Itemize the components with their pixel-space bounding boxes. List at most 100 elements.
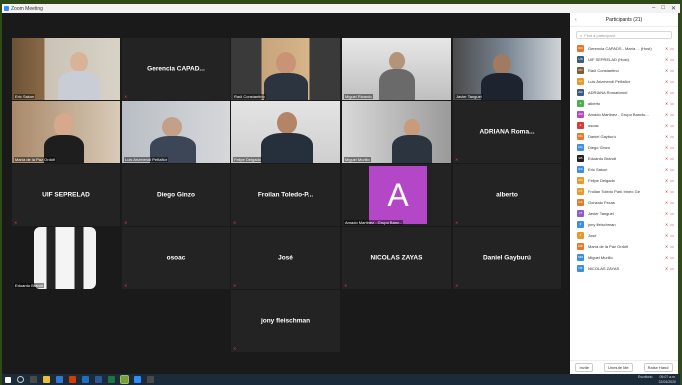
participant-row[interactable]: LA Luis Arizmendi Peñaflor ✕ ▭: [570, 76, 678, 87]
participant-row[interactable]: J José ✕ ▭: [570, 230, 678, 241]
mic-muted-icon: ✕: [14, 220, 18, 225]
participant-row[interactable]: GF Gonzalo Fecas ✕ ▭: [570, 197, 678, 208]
participant-row[interactable]: EB Eduardo Brandt ✕ ▭: [570, 153, 678, 164]
participant-name: UIF SEPRELAD (Host): [588, 57, 629, 62]
video-off-icon: ▭: [670, 244, 674, 249]
participant-tile[interactable]: Eric Sakon: [12, 38, 120, 100]
participant-name: María de la Paz Ordóñ: [588, 244, 629, 249]
edge-icon[interactable]: [56, 376, 63, 383]
participant-tile[interactable]: Felipe Delgado: [231, 101, 340, 163]
participant-row[interactable]: DG Daniel Gayburú ✕ ▭: [570, 131, 678, 142]
zoom-app-icon: [4, 6, 9, 11]
participant-tile[interactable]: osoac ✕: [122, 227, 230, 289]
participant-row[interactable]: GC Gerencia CAPADS - María ... (Host) ✕ ▭: [570, 43, 678, 54]
excel-icon[interactable]: [108, 376, 115, 383]
participant-tile[interactable]: jony fleischman ✕: [231, 290, 340, 352]
participant-tile[interactable]: Miguel Murillo: [342, 101, 451, 163]
raise-hand-button[interactable]: Raise Hand: [643, 363, 673, 372]
mic-muted-icon: ✕: [124, 94, 128, 99]
participant-tile[interactable]: Miguel Ricardo: [342, 38, 451, 100]
participant-name: ADRIANA Romaforuel: [588, 90, 628, 95]
participant-tile[interactable]: NICOLAS ZAYAS ✕: [342, 227, 451, 289]
participant-avatar: MM: [577, 254, 584, 261]
participant-name: jony fleischman: [588, 222, 616, 227]
participant-tile[interactable]: Eduardo Brandt: [12, 227, 120, 289]
tile-name: NICOLAS ZAYAS: [370, 254, 423, 262]
participant-row[interactable]: RC Raúl Constantino ✕ ▭: [570, 65, 678, 76]
participant-tile[interactable]: alberto ✕: [453, 164, 561, 226]
video-off-icon: ▭: [670, 68, 674, 73]
tile-label: Eduardo Brandt: [14, 283, 45, 288]
maximize-icon[interactable]: □: [661, 5, 665, 12]
participant-tile[interactable]: José ✕: [231, 227, 340, 289]
participant-avatar: DG: [577, 144, 584, 151]
participant-row[interactable]: jf jony fleischman ✕ ▭: [570, 219, 678, 230]
participant-row[interactable]: AM Amado Martinez - Grupo Bancto... ✕ ▭: [570, 109, 678, 120]
participant-tile[interactable]: Javier Tanguel: [453, 38, 561, 100]
app-icon[interactable]: [147, 376, 154, 383]
participant-avatar: A: [369, 166, 427, 224]
mic-muted-icon: ✕: [664, 57, 669, 62]
search-icon[interactable]: [17, 376, 24, 383]
minimize-icon[interactable]: –: [652, 5, 655, 12]
participant-search-input[interactable]: ⌕ Find a participant: [576, 31, 672, 39]
participant-name: osoac: [588, 123, 599, 128]
video-off-icon: ▭: [670, 255, 674, 260]
unmute-me-button[interactable]: Unmute Me: [603, 363, 633, 372]
active-app-icon[interactable]: [120, 375, 129, 384]
participant-row[interactable]: DG Diego Ginzo ✕ ▭: [570, 142, 678, 153]
participant-avatar: ES: [577, 166, 584, 173]
participant-avatar: GF: [577, 199, 584, 206]
participant-row[interactable]: FD Felipe Delgado ✕ ▭: [570, 175, 678, 186]
zoom-icon[interactable]: [134, 376, 141, 383]
participant-tile[interactable]: María de la Paz Ordóñ: [12, 101, 120, 163]
window-titlebar: Zoom Meeting – □ ✕: [2, 4, 680, 13]
outlook-icon[interactable]: [82, 376, 89, 383]
file-explorer-icon[interactable]: [43, 376, 50, 383]
participant-row[interactable]: MM Miguel Murillo ✕ ▭: [570, 252, 678, 263]
tile-name: José: [278, 254, 293, 262]
participant-row[interactable]: FT Froilan Toledo Park Irineo Ge ✕ ▭: [570, 186, 678, 197]
participant-tile-active-speaker[interactable]: Raúl Constantino: [231, 38, 340, 100]
participant-name: Daniel Gayburú: [588, 134, 616, 139]
participant-name: Miguel Murillo: [588, 255, 613, 260]
office-icon[interactable]: [69, 376, 76, 383]
participant-tile[interactable]: UIF SEPRELAD ✕: [12, 164, 120, 226]
participant-avatar: NZ: [577, 265, 584, 272]
video-off-icon: ▭: [670, 200, 674, 205]
mic-muted-icon: ✕: [664, 189, 669, 194]
mic-muted-icon: ✕: [664, 46, 669, 51]
participant-tile[interactable]: Gerencia CAPAD... ✕: [122, 38, 230, 100]
participant-tile[interactable]: Luis Arizmendi Peñaflor: [122, 101, 230, 163]
participant-avatar: FT: [577, 188, 584, 195]
participant-row[interactable]: US UIF SEPRELAD (Host) ✕ ▭: [570, 54, 678, 65]
mic-muted-icon: ✕: [233, 283, 237, 288]
collapse-chevron-icon[interactable]: ‹: [575, 17, 577, 23]
mic-muted-icon: ✕: [124, 283, 128, 288]
participant-tile[interactable]: Daniel Gayburú ✕: [453, 227, 561, 289]
mic-muted-icon: ✕: [664, 112, 669, 117]
panel-footer: Invite Unmute Me Raise Hand: [570, 360, 678, 374]
participant-tile[interactable]: A Amado Martinez - Grupo Banc...: [342, 164, 451, 226]
participant-row[interactable]: JT Javier Tanguel ✕ ▭: [570, 208, 678, 219]
invite-button[interactable]: Invite: [575, 363, 594, 372]
participant-tile[interactable]: Diego Ginzo ✕: [122, 164, 230, 226]
participant-row[interactable]: a alberto ✕ ▭: [570, 98, 678, 109]
start-icon[interactable]: [5, 376, 11, 383]
participant-row[interactable]: MP María de la Paz Ordóñ ✕ ▭: [570, 241, 678, 252]
participant-row[interactable]: NZ NICOLAS ZAYAS ✕ ▭: [570, 263, 678, 274]
participant-row[interactable]: AR ADRIANA Romaforuel ✕ ▭: [570, 87, 678, 98]
task-view-icon[interactable]: [30, 376, 37, 383]
participant-name: NICOLAS ZAYAS: [588, 266, 620, 271]
participant-row[interactable]: a osoac ✕ ▭: [570, 120, 678, 131]
video-off-icon: ▭: [670, 134, 674, 139]
tile-name: ADRIANA Roma...: [479, 128, 535, 136]
windows-taskbar: Escritorio 09:07 a.m. 22/04/2020: [2, 374, 680, 385]
tile-label: Raúl Constantino: [233, 94, 266, 99]
participant-tile[interactable]: ADRIANA Roma... ✕: [453, 101, 561, 163]
word-icon[interactable]: [95, 376, 102, 383]
close-icon[interactable]: ✕: [671, 5, 676, 12]
participant-tile[interactable]: Froilan Toledo-P... ✕: [231, 164, 340, 226]
mic-muted-icon: ✕: [664, 200, 669, 205]
participant-row[interactable]: ES Eric Sakon ✕ ▭: [570, 164, 678, 175]
